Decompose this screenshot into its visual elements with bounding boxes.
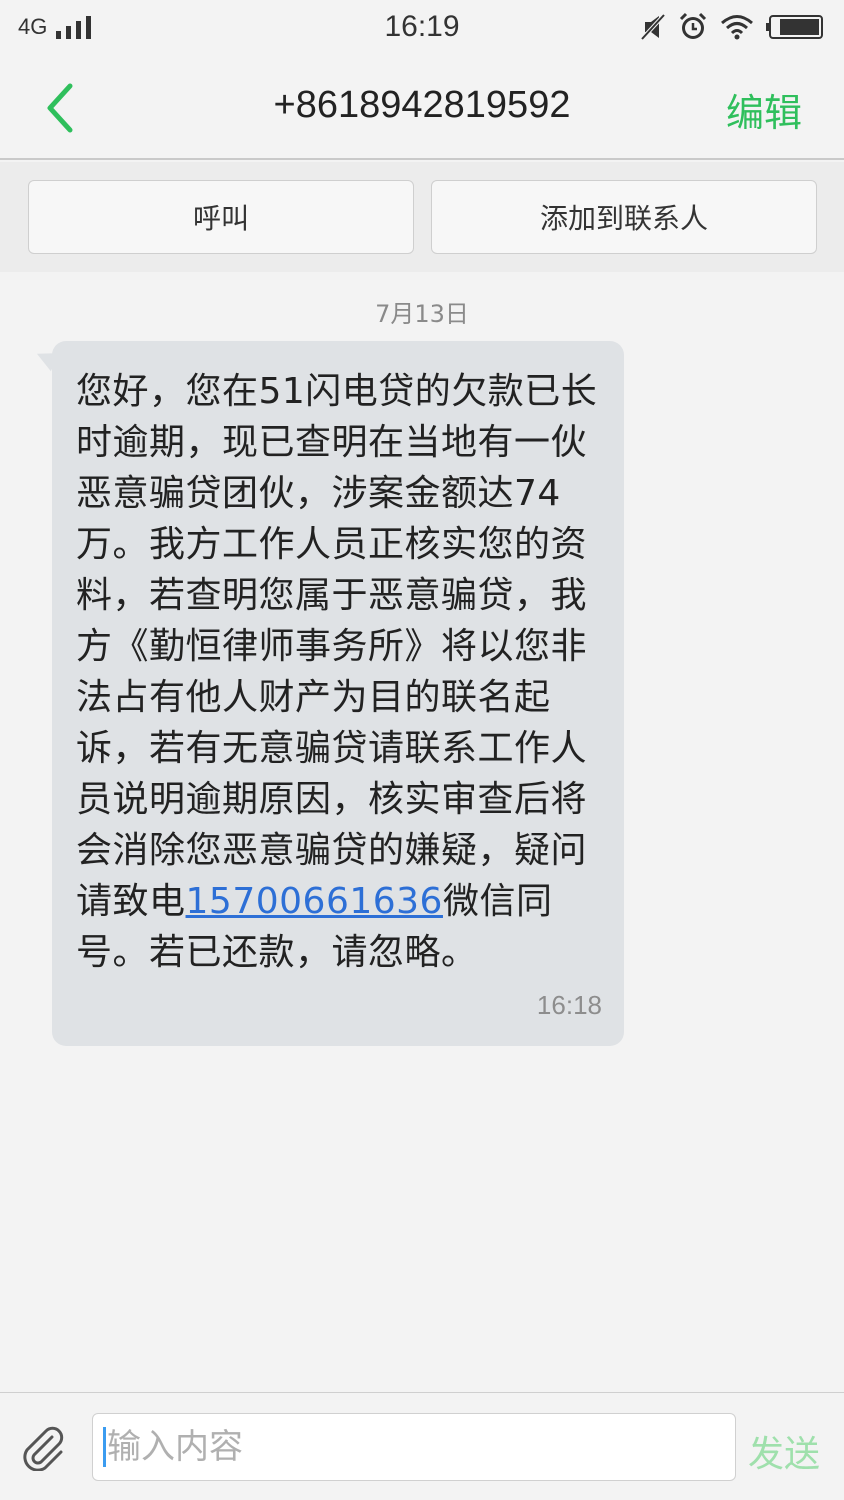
message-text: 您好，您在51闪电贷的欠款已长时逾期，现已查明在当地有一伙恶意骗贷团伙，涉案金额… bbox=[76, 366, 606, 978]
text-cursor bbox=[103, 1427, 106, 1467]
alarm-icon bbox=[679, 12, 707, 39]
message-timestamp: 16:18 bbox=[536, 990, 602, 1020]
add-to-contacts-button[interactable]: 添加到联系人 bbox=[431, 180, 817, 254]
message-input[interactable] bbox=[92, 1413, 736, 1481]
date-separator: 7月13日 bbox=[375, 300, 469, 328]
composer-bar: 发送 bbox=[0, 1392, 844, 1500]
battery-icon bbox=[766, 15, 823, 39]
action-bar: 呼叫 添加到联系人 bbox=[0, 162, 844, 272]
contact-number-title: +8618942819592 bbox=[273, 84, 571, 126]
status-bar: 4G 16:19 bbox=[0, 0, 844, 56]
phone-link[interactable]: 15700661636 bbox=[186, 881, 443, 922]
call-button[interactable]: 呼叫 bbox=[28, 180, 414, 254]
navigation-bar: +8618942819592 编辑 bbox=[0, 56, 844, 160]
wifi-icon bbox=[721, 15, 753, 40]
send-button[interactable]: 发送 bbox=[748, 1425, 820, 1477]
silent-icon bbox=[640, 13, 666, 41]
message-text-part: 您好，您在51闪电贷的欠款已长时逾期，现已查明在当地有一伙恶意骗贷团伙，涉案金额… bbox=[76, 371, 598, 922]
edit-button[interactable]: 编辑 bbox=[726, 82, 802, 137]
attachment-icon[interactable] bbox=[18, 1423, 66, 1471]
